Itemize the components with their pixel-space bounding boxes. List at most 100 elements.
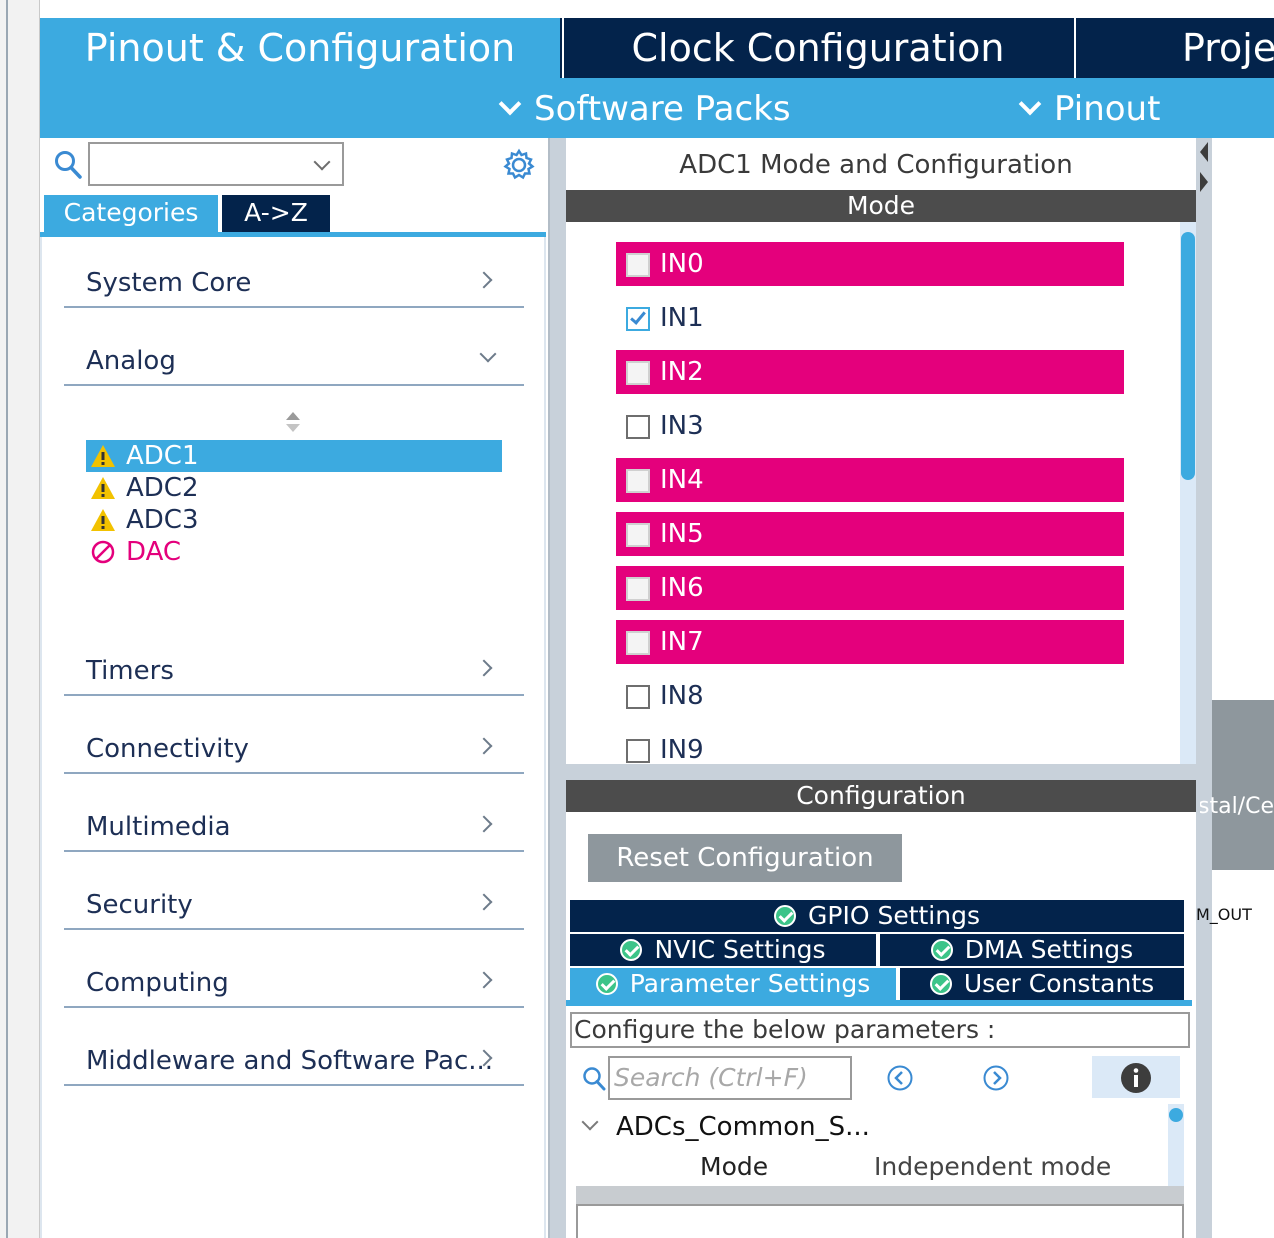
category-label: Connectivity: [86, 734, 249, 764]
window-left-edge: [0, 0, 40, 1238]
category-system-core[interactable]: System Core: [64, 258, 524, 308]
chevron-down-icon: [479, 345, 497, 363]
check-circle-icon: [929, 973, 952, 995]
next-result-icon[interactable]: [982, 1064, 1010, 1092]
info-icon: [1121, 1063, 1151, 1093]
pinout-menu[interactable]: Pinout: [1018, 78, 1160, 138]
peripheral-label: ADC2: [126, 473, 199, 503]
peripheral-label: ADC3: [126, 505, 199, 535]
channel-in0[interactable]: IN0: [616, 242, 1124, 286]
tab-gpio-settings[interactable]: GPIO Settings: [570, 900, 1184, 932]
channel-label: IN0: [660, 249, 704, 279]
tab-user-constants[interactable]: User Constants: [900, 968, 1184, 1000]
chevron-right-icon: [475, 971, 493, 989]
reset-configuration-button[interactable]: Reset Configuration: [588, 834, 902, 882]
category-label: Middleware and Software Pac...: [86, 1046, 494, 1076]
tab-nvic-settings[interactable]: NVIC Settings: [570, 934, 876, 966]
channel-checkbox[interactable]: [626, 523, 650, 547]
peripheral-adc1[interactable]: ADC1: [86, 440, 502, 472]
category-analog[interactable]: Analog: [64, 336, 524, 386]
previous-result-icon[interactable]: [886, 1064, 914, 1092]
channel-in4[interactable]: IN4: [616, 458, 1124, 502]
chevron-right-icon: [475, 271, 493, 289]
mode-scrollbar-thumb[interactable]: [1181, 232, 1195, 480]
tab-categories[interactable]: Categories: [44, 195, 218, 233]
category-label: Computing: [86, 968, 229, 998]
tab-a-to-z[interactable]: A->Z: [222, 195, 330, 233]
parameter-group[interactable]: ADCs_Common_S...: [616, 1110, 870, 1144]
sort-icon[interactable]: [284, 410, 302, 434]
parameter-value[interactable]: Independent mode: [874, 1150, 1111, 1184]
edge-line: [6, 0, 8, 1238]
channel-in3[interactable]: IN3: [616, 404, 1124, 448]
channel-checkbox[interactable]: [626, 739, 650, 763]
chip-pin-block[interactable]: [1212, 700, 1274, 870]
description-splitter[interactable]: [576, 1186, 1184, 1204]
parameter-scrollbar-thumb[interactable]: [1169, 1108, 1183, 1122]
check-circle-icon: [595, 973, 618, 995]
channel-checkbox[interactable]: [626, 253, 650, 277]
channel-label: IN4: [660, 465, 704, 495]
checkmark-icon: [630, 308, 646, 325]
pin-label: stal/Ce: [1200, 794, 1274, 819]
right-splitter[interactable]: [1196, 138, 1212, 1238]
channel-checkbox[interactable]: [626, 415, 650, 439]
channel-checkbox[interactable]: [626, 685, 650, 709]
peripheral-adc2[interactable]: ADC2: [86, 472, 502, 504]
channel-in5[interactable]: IN5: [616, 512, 1124, 556]
channel-in7[interactable]: IN7: [616, 620, 1124, 664]
channel-in2[interactable]: IN2: [616, 350, 1124, 394]
channel-list: IN0 IN1 IN2 IN3 IN4 IN5 IN6 IN7 IN8 IN9: [566, 222, 1182, 764]
channel-in8[interactable]: IN8: [616, 674, 1124, 718]
peripheral-adc3[interactable]: ADC3: [86, 504, 502, 536]
channel-checkbox[interactable]: [626, 631, 650, 655]
parameter-search-input[interactable]: Search (Ctrl+F): [608, 1056, 852, 1100]
panel-title: ADC1 Mode and Configuration: [679, 150, 1073, 180]
chevron-down-icon[interactable]: [313, 153, 331, 171]
channel-checkbox[interactable]: [626, 361, 650, 385]
collapse-arrows-icon[interactable]: [1196, 140, 1212, 196]
peripheral-dac[interactable]: DAC: [86, 536, 502, 568]
search-input[interactable]: [88, 142, 344, 186]
channel-checkbox[interactable]: [626, 307, 650, 331]
channel-in1[interactable]: IN1: [616, 296, 1124, 340]
channel-label: IN8: [660, 681, 704, 711]
channel-checkbox[interactable]: [626, 469, 650, 493]
settings-tabs-underline: [566, 1000, 1192, 1006]
category-label: Timers: [86, 656, 174, 686]
tab-project-manager[interactable]: Proje: [1074, 18, 1274, 78]
channel-label: IN7: [660, 627, 704, 657]
chevron-down-icon: [1018, 92, 1042, 116]
parameters-caption: Configure the below parameters :: [570, 1012, 1190, 1048]
category-security[interactable]: Security: [64, 880, 524, 930]
panel-splitter[interactable]: [548, 138, 566, 1238]
pinout-view: [1212, 138, 1274, 1238]
channel-checkbox[interactable]: [626, 577, 650, 601]
sub-menu-bar: Software Packs Pinout: [40, 78, 1274, 138]
peripheral-label: ADC1: [126, 441, 199, 471]
software-packs-menu[interactable]: Software Packs: [498, 78, 791, 138]
tab-pinout-configuration[interactable]: Pinout & Configuration: [40, 18, 560, 78]
warning-icon: [91, 477, 115, 499]
chevron-down-icon: [498, 92, 522, 116]
category-computing[interactable]: Computing: [64, 958, 524, 1008]
channel-label: IN1: [660, 303, 704, 333]
tab-dma-settings[interactable]: DMA Settings: [880, 934, 1184, 966]
category-middleware[interactable]: Middleware and Software Pac...: [64, 1036, 524, 1086]
tab-parameter-settings[interactable]: Parameter Settings: [570, 968, 896, 1000]
channel-in6[interactable]: IN6: [616, 566, 1124, 610]
warning-icon: [91, 509, 115, 531]
category-timers[interactable]: Timers: [64, 646, 524, 696]
check-circle-icon: [930, 939, 953, 961]
category-label: System Core: [86, 268, 252, 298]
chevron-right-icon: [475, 893, 493, 911]
category-multimedia[interactable]: Multimedia: [64, 802, 524, 852]
category-label: Analog: [86, 346, 176, 376]
tab-clock-configuration[interactable]: Clock Configuration: [562, 18, 1072, 78]
channel-in9[interactable]: IN9: [616, 728, 1124, 764]
horizontal-splitter[interactable]: [566, 764, 1196, 780]
gear-icon[interactable]: [502, 148, 536, 182]
category-connectivity[interactable]: Connectivity: [64, 724, 524, 774]
tab-label: User Constants: [963, 969, 1155, 998]
channel-label: IN3: [660, 411, 704, 441]
